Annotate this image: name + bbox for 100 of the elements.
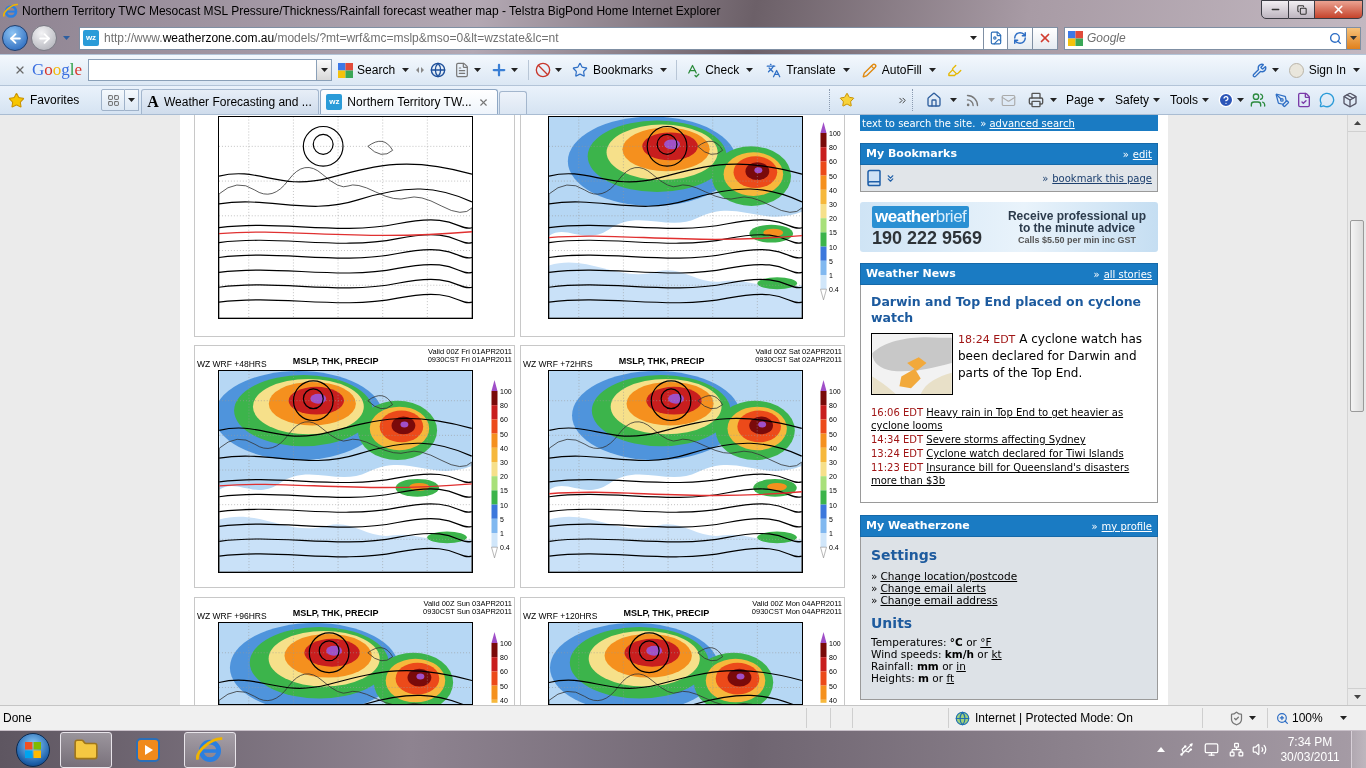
news-item[interactable]: 11:23 EDT Insurance bill for Queensland's disasters more than $3b bbox=[871, 461, 1147, 487]
advanced-search-link[interactable]: » advanced search bbox=[980, 115, 1075, 131]
ad-banner[interactable]: weatherbrief 190 222 9569 Receive professional up to the minute advice Calls $5.50 per min inc GST bbox=[860, 202, 1158, 252]
vertical-scrollbar[interactable] bbox=[1347, 115, 1366, 705]
model-run-label: WZ WRF +48HRS bbox=[197, 360, 267, 369]
forward-button[interactable] bbox=[31, 25, 57, 51]
toolbar-menu-button[interactable]: Bookmarks bbox=[572, 59, 668, 81]
minimize-button[interactable] bbox=[1261, 0, 1289, 19]
globe-icon[interactable] bbox=[430, 62, 447, 78]
back-button[interactable] bbox=[2, 25, 28, 51]
address-field[interactable]: wz http://www.weatherzone.com.au/models/?mt=wrf&mc=mslp&mso=0&lt=wzstate&lc=nt bbox=[79, 26, 984, 50]
grip-handle-icon[interactable] bbox=[416, 67, 425, 73]
checked-page-icon[interactable] bbox=[1296, 92, 1312, 108]
caret-icon bbox=[1339, 716, 1347, 720]
favorites-button[interactable]: Favorites bbox=[8, 89, 80, 111]
restore-button[interactable] bbox=[1289, 0, 1315, 19]
caret-icon[interactable] bbox=[1237, 98, 1244, 102]
caret-icon[interactable] bbox=[474, 68, 482, 72]
people-icon[interactable] bbox=[1250, 92, 1266, 108]
command-menu-button[interactable]: Page bbox=[1065, 89, 1105, 111]
search-options-button[interactable] bbox=[1347, 26, 1361, 50]
caret-icon[interactable] bbox=[1249, 716, 1256, 720]
caret-icon[interactable] bbox=[511, 68, 519, 72]
tab-list-button[interactable] bbox=[125, 89, 140, 111]
toolbar-search-field[interactable] bbox=[88, 59, 318, 81]
book-icon[interactable] bbox=[865, 169, 883, 187]
refresh-button[interactable] bbox=[1008, 26, 1033, 50]
unit-link[interactable]: ft bbox=[946, 672, 955, 684]
help-icon[interactable] bbox=[1218, 92, 1234, 108]
sign-in-button[interactable]: Sign In bbox=[1288, 59, 1360, 81]
star-icon[interactable] bbox=[838, 92, 855, 108]
header-link[interactable]: » edit bbox=[1122, 146, 1152, 162]
news-item[interactable]: 14:34 EDT Severe storms affecting Sydney bbox=[871, 433, 1147, 446]
feed-icon[interactable] bbox=[964, 92, 980, 108]
shield-icon[interactable] bbox=[1229, 710, 1244, 726]
chat-bubble-icon[interactable] bbox=[1319, 92, 1335, 108]
page-icon[interactable] bbox=[454, 62, 471, 78]
caret-icon bbox=[402, 68, 410, 72]
scrollbar-thumb[interactable] bbox=[1350, 220, 1364, 412]
map-title: MSLP, THK, PRECIP bbox=[292, 608, 379, 618]
compatibility-button[interactable] bbox=[984, 26, 1008, 50]
command-menu-button[interactable]: Safety bbox=[1114, 89, 1160, 111]
caret-icon bbox=[746, 68, 754, 72]
browser-tab[interactable]: A Weather Forecasting and ... bbox=[141, 89, 320, 114]
news-headline[interactable]: Darwin and Top End placed on cyclone watch bbox=[871, 294, 1147, 326]
caret-up-icon[interactable] bbox=[1157, 747, 1165, 752]
toolbar-menu-button[interactable]: Check bbox=[685, 59, 754, 81]
search-box[interactable]: Google bbox=[1064, 26, 1347, 50]
settings-link[interactable]: » Change email alerts bbox=[871, 582, 986, 594]
command-menu-button[interactable]: Tools bbox=[1170, 89, 1209, 111]
header-link[interactable]: » all stories bbox=[1093, 266, 1152, 282]
box-icon[interactable] bbox=[1342, 92, 1358, 108]
caret-icon[interactable] bbox=[555, 68, 563, 72]
close-icon[interactable] bbox=[14, 64, 26, 76]
monitor-icon[interactable] bbox=[1204, 742, 1219, 757]
caret-icon[interactable] bbox=[1049, 98, 1057, 102]
network-icon[interactable] bbox=[1229, 742, 1244, 757]
browser-tab[interactable]: wz Northern Territory TW... bbox=[320, 89, 499, 114]
pen-icon[interactable] bbox=[1275, 92, 1290, 108]
printer-icon[interactable] bbox=[1027, 92, 1044, 108]
restore-icon bbox=[1296, 4, 1307, 15]
news-summary: 18:24 EDT A cyclone watch has been declared for Darwin and parts of the Top End. bbox=[958, 331, 1144, 382]
caret-icon bbox=[1153, 98, 1160, 102]
refresh-icon bbox=[1013, 31, 1027, 45]
taskbar-app-button[interactable] bbox=[184, 731, 236, 768]
unit-link[interactable]: °F bbox=[980, 636, 992, 648]
unit-link[interactable]: kt bbox=[991, 648, 1002, 660]
news-item[interactable]: 13:24 EDT Cyclone watch declared for Tiwi Islands bbox=[871, 447, 1147, 460]
no-entry-icon[interactable] bbox=[535, 62, 552, 78]
quick-tabs-button[interactable] bbox=[101, 89, 126, 111]
header-link[interactable]: » my profile bbox=[1091, 518, 1152, 534]
zoom-button[interactable]: 100% bbox=[1267, 708, 1366, 728]
star-icon bbox=[572, 62, 589, 78]
stop-button[interactable] bbox=[1033, 26, 1058, 50]
taskbar-app-button[interactable] bbox=[60, 731, 112, 768]
wrench-icon[interactable] bbox=[1251, 62, 1267, 78]
search-field[interactable]: Google bbox=[1087, 29, 1327, 47]
dropdown-button[interactable] bbox=[317, 59, 333, 81]
caret-icon[interactable] bbox=[949, 98, 957, 102]
caret-icon[interactable] bbox=[1271, 68, 1279, 72]
chevrons-down-icon[interactable] bbox=[885, 172, 896, 184]
grid-icon bbox=[106, 93, 120, 107]
speaker-icon[interactable] bbox=[1252, 742, 1267, 757]
start-button[interactable] bbox=[16, 732, 50, 767]
news-item[interactable]: 16:06 EDT Heavy rain in Top End to get heavier as cyclone looms bbox=[871, 406, 1147, 432]
home-icon[interactable] bbox=[925, 92, 942, 108]
unit-setting: Wind speeds: km/h or kt bbox=[871, 648, 1002, 660]
bookmark-link[interactable]: » bookmark this page bbox=[1042, 170, 1152, 186]
settings-link[interactable]: » Change location/postcode bbox=[871, 570, 1018, 582]
search-button[interactable]: Search bbox=[338, 59, 410, 81]
close-button[interactable] bbox=[1315, 0, 1363, 19]
settings-link[interactable]: » Change email address bbox=[871, 594, 998, 606]
toolbar-menu-button[interactable]: AutoFill bbox=[861, 59, 936, 81]
news-map-drawing[interactable] bbox=[871, 333, 953, 395]
unit-link[interactable]: in bbox=[956, 660, 966, 672]
caret-icon[interactable] bbox=[970, 36, 977, 40]
toolbar-menu-button[interactable]: Translate bbox=[766, 59, 850, 81]
close-icon[interactable] bbox=[478, 96, 490, 108]
usb-icon[interactable] bbox=[1179, 742, 1194, 757]
caret-icon bbox=[1202, 98, 1209, 102]
